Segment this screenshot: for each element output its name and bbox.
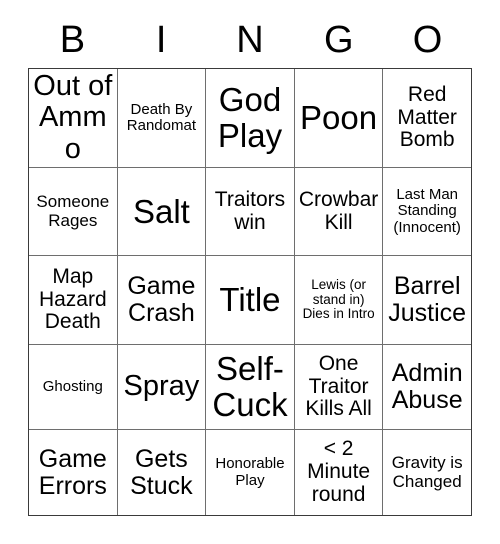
bingo-cell[interactable]: Out of Ammo: [29, 69, 117, 167]
bingo-cell-label: Out of Ammo: [33, 70, 113, 165]
bingo-cell-label: Poon: [300, 99, 378, 137]
bingo-cell-label: Game Errors: [38, 444, 107, 500]
bingo-header-letter-b: B: [28, 12, 117, 68]
header-letter-text: G: [324, 19, 354, 61]
bingo-header-letter-i: I: [117, 12, 206, 68]
bingo-row: Map Hazard Death Game Crash Title Lewis …: [29, 255, 471, 344]
header-letter-text: B: [59, 19, 86, 61]
bingo-card: B I N G O Out of Ammo Death By Randomat …: [0, 0, 500, 544]
bingo-cell-label: < 2 Minute round: [307, 437, 371, 506]
bingo-cell-label: Someone Rages: [36, 192, 110, 230]
bingo-cell-label: Honorable Play: [215, 455, 285, 489]
bingo-cell[interactable]: One Traitor Kills All: [293, 345, 383, 429]
header-letter-text: O: [412, 19, 443, 61]
bingo-cell[interactable]: < 2 Minute round: [293, 430, 383, 515]
header-letter-text: I: [155, 19, 167, 61]
bingo-header-letter-g: G: [294, 12, 383, 68]
bingo-cell-label: God Play: [217, 81, 283, 154]
bingo-cell-label: Crowbar Kill: [298, 187, 379, 234]
bingo-cell[interactable]: Self-Cuck: [205, 345, 294, 429]
bingo-cell[interactable]: Spray: [116, 345, 206, 429]
bingo-cell-label: Gets Stuck: [130, 444, 193, 500]
bingo-cell-label: Lewis (or stand in) Dies in Intro: [302, 277, 375, 322]
bingo-cell-label: Traitors win: [214, 187, 286, 234]
bingo-cell-label: Salt: [132, 192, 190, 230]
bingo-cell[interactable]: Game Crash: [116, 256, 206, 344]
bingo-cell[interactable]: Poon: [293, 69, 383, 167]
bingo-header-letter-o: O: [383, 12, 472, 68]
bingo-grid: Out of Ammo Death By Randomat God Play P…: [28, 68, 472, 516]
header-letter-text: N: [236, 19, 264, 61]
bingo-cell-label: Admin Abuse: [391, 359, 463, 414]
bingo-cell-label: Death By Randomat: [126, 100, 196, 134]
bingo-cell[interactable]: Ghosting: [29, 345, 117, 429]
bingo-cell[interactable]: Barrel Justice: [382, 256, 471, 344]
bingo-cell[interactable]: Salt: [116, 168, 206, 255]
bingo-row: Ghosting Spray Self-Cuck One Traitor Kil…: [29, 344, 471, 429]
bingo-cell-label: One Traitor Kills All: [305, 351, 372, 421]
bingo-cell-label: Ghosting: [42, 377, 103, 395]
bingo-cell[interactable]: Honorable Play: [205, 430, 294, 515]
bingo-cell[interactable]: Traitors win: [205, 168, 294, 255]
bingo-cell[interactable]: Gets Stuck: [116, 430, 206, 515]
bingo-cell[interactable]: Last Man Standing (Innocent): [382, 168, 471, 255]
bingo-cell-label: Spray: [123, 370, 200, 403]
bingo-cell[interactable]: Map Hazard Death: [29, 256, 117, 344]
bingo-cell-label: Title: [219, 281, 281, 319]
bingo-cell[interactable]: Game Errors: [29, 430, 117, 515]
bingo-cell[interactable]: Lewis (or stand in) Dies in Intro: [293, 256, 383, 344]
bingo-cell-label: Last Man Standing (Innocent): [393, 186, 461, 236]
bingo-cell[interactable]: Admin Abuse: [382, 345, 471, 429]
bingo-header-letters: B I N G O: [28, 12, 472, 68]
bingo-cell[interactable]: Someone Rages: [29, 168, 117, 255]
bingo-cell-label: Self-Cuck: [212, 350, 288, 423]
bingo-cell[interactable]: Crowbar Kill: [293, 168, 383, 255]
bingo-cell-label: Red Matter Bomb: [397, 82, 457, 152]
bingo-cell[interactable]: Death By Randomat: [116, 69, 206, 167]
bingo-cell[interactable]: Red Matter Bomb: [382, 69, 471, 167]
bingo-cell[interactable]: Title: [205, 256, 294, 344]
bingo-cell[interactable]: Gravity is Changed: [382, 430, 471, 515]
bingo-header-letter-n: N: [206, 12, 295, 68]
bingo-cell-label: Game Crash: [127, 272, 196, 327]
bingo-cell-label: Gravity is Changed: [391, 453, 463, 491]
bingo-row: Out of Ammo Death By Randomat God Play P…: [29, 69, 471, 167]
bingo-cell-label: Barrel Justice: [388, 272, 467, 327]
bingo-cell-label: Map Hazard Death: [38, 264, 107, 334]
bingo-cell[interactable]: God Play: [205, 69, 294, 167]
bingo-row: Game Errors Gets Stuck Honorable Play < …: [29, 429, 471, 515]
bingo-row: Someone Rages Salt Traitors win Crowbar …: [29, 167, 471, 255]
